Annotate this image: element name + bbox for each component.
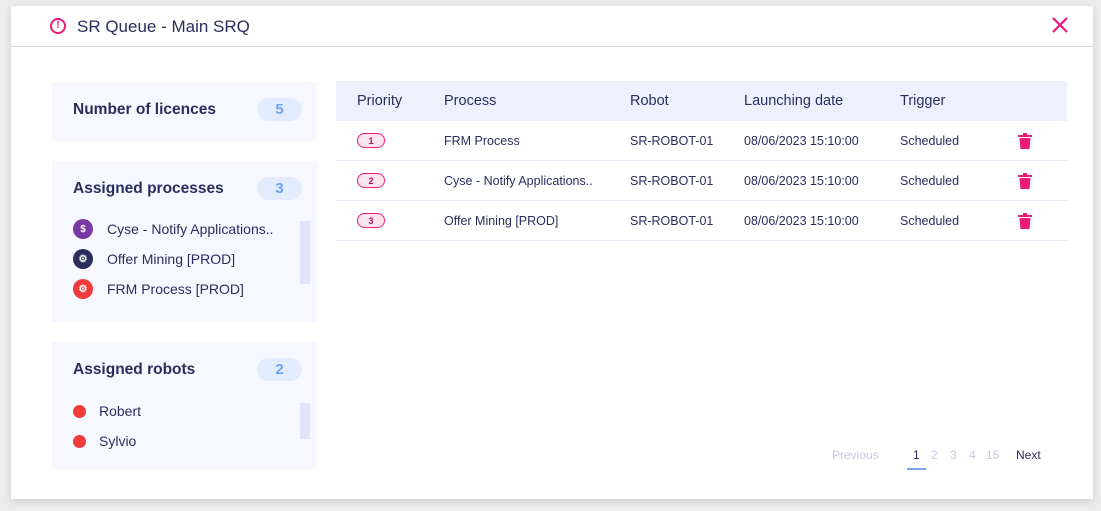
pagination-previous[interactable]: Previous bbox=[832, 448, 879, 462]
licences-label: Number of licences bbox=[73, 101, 216, 118]
column-header-priority[interactable]: Priority bbox=[357, 93, 402, 109]
process-name: Cyse - Notify Applications.. bbox=[107, 221, 274, 237]
delete-button[interactable] bbox=[1018, 213, 1032, 232]
pagination-page-1[interactable]: 1 bbox=[913, 448, 920, 462]
modal-title: SR Queue - Main SRQ bbox=[77, 17, 250, 36]
robot-name: Sylvio bbox=[99, 433, 137, 449]
dollar-icon: $ bbox=[73, 219, 93, 239]
robot-status-dot-icon bbox=[73, 434, 86, 448]
queue-table: Priority Process Robot Launching date Tr… bbox=[336, 81, 1067, 241]
process-list-item[interactable]: $ Cyse - Notify Applications.. bbox=[73, 219, 274, 239]
robot-list-item[interactable]: Sylvio bbox=[73, 433, 136, 449]
licences-count-badge: 5 bbox=[257, 98, 302, 121]
delete-button[interactable] bbox=[1018, 173, 1032, 192]
process-name: Offer Mining [PROD] bbox=[107, 251, 236, 267]
row-process: Cyse - Notify Applications.. bbox=[444, 173, 593, 188]
trash-icon bbox=[1018, 213, 1032, 229]
pagination-page-4[interactable]: 4 bbox=[969, 448, 976, 462]
delete-button[interactable] bbox=[1018, 133, 1032, 152]
modal-header: ! SR Queue - Main SRQ bbox=[11, 6, 1093, 47]
people-gear-icon: ⚙ bbox=[73, 279, 93, 299]
robots-scrollbar[interactable] bbox=[300, 403, 310, 439]
process-list-item[interactable]: ⚙ Offer Mining [PROD] bbox=[73, 249, 235, 269]
sr-queue-modal: ! SR Queue - Main SRQ Number of licences… bbox=[11, 6, 1093, 499]
pagination-page-3[interactable]: 3 bbox=[950, 448, 957, 462]
row-launching-date: 08/06/2023 15:10:00 bbox=[744, 133, 859, 148]
column-header-process[interactable]: Process bbox=[444, 93, 496, 109]
alert-circle-icon: ! bbox=[50, 18, 66, 34]
robot-status-dot-icon bbox=[73, 404, 86, 418]
trash-icon bbox=[1018, 133, 1032, 149]
row-launching-date: 08/06/2023 15:10:00 bbox=[744, 213, 859, 228]
table-row[interactable]: 2 Cyse - Notify Applications.. SR-ROBOT-… bbox=[336, 161, 1067, 201]
priority-badge: 1 bbox=[357, 133, 385, 148]
robot-list-item[interactable]: Robert bbox=[73, 403, 141, 419]
assigned-robots-card: Assigned robots 2 Robert Sylvio bbox=[52, 342, 317, 469]
row-trigger: Scheduled bbox=[900, 213, 960, 228]
row-process: Offer Mining [PROD] bbox=[444, 213, 559, 228]
row-launching-date: 08/06/2023 15:10:00 bbox=[744, 173, 859, 188]
priority-badge: 3 bbox=[357, 213, 385, 228]
row-trigger: Scheduled bbox=[900, 133, 960, 148]
licences-card: Number of licences 5 bbox=[52, 82, 317, 141]
assigned-processes-count-badge: 3 bbox=[257, 177, 302, 200]
processes-scrollbar[interactable] bbox=[300, 221, 310, 284]
trash-icon bbox=[1018, 173, 1032, 189]
table-row[interactable]: 1 FRM Process SR-ROBOT-01 08/06/2023 15:… bbox=[336, 121, 1067, 161]
table-row[interactable]: 3 Offer Mining [PROD] SR-ROBOT-01 08/06/… bbox=[336, 201, 1067, 241]
active-page-indicator bbox=[907, 468, 926, 470]
assigned-robots-count-badge: 2 bbox=[257, 358, 302, 381]
pagination-next[interactable]: Next bbox=[1016, 448, 1041, 462]
row-robot: SR-ROBOT-01 bbox=[630, 133, 714, 148]
column-header-trigger[interactable]: Trigger bbox=[900, 93, 945, 109]
pagination-page-15[interactable]: 15 bbox=[986, 448, 999, 462]
row-trigger: Scheduled bbox=[900, 173, 960, 188]
assigned-processes-card: Assigned processes 3 $ Cyse - Notify App… bbox=[52, 161, 317, 322]
row-robot: SR-ROBOT-01 bbox=[630, 173, 714, 188]
people-gear-icon: ⚙ bbox=[73, 249, 93, 269]
pagination-page-2[interactable]: 2 bbox=[931, 448, 938, 462]
row-robot: SR-ROBOT-01 bbox=[630, 213, 714, 228]
robot-name: Robert bbox=[99, 403, 142, 419]
close-icon bbox=[1052, 17, 1068, 33]
process-list-item[interactable]: ⚙ FRM Process [PROD] bbox=[73, 279, 244, 299]
table-header: Priority Process Robot Launching date Tr… bbox=[336, 81, 1067, 121]
priority-badge: 2 bbox=[357, 173, 385, 188]
process-name: FRM Process [PROD] bbox=[107, 281, 244, 297]
column-header-launching-date[interactable]: Launching date bbox=[744, 93, 843, 109]
column-header-robot[interactable]: Robot bbox=[630, 93, 669, 109]
assigned-robots-label: Assigned robots bbox=[73, 361, 196, 378]
assigned-processes-label: Assigned processes bbox=[73, 180, 224, 197]
close-button[interactable] bbox=[1050, 15, 1070, 35]
row-process: FRM Process bbox=[444, 133, 520, 148]
